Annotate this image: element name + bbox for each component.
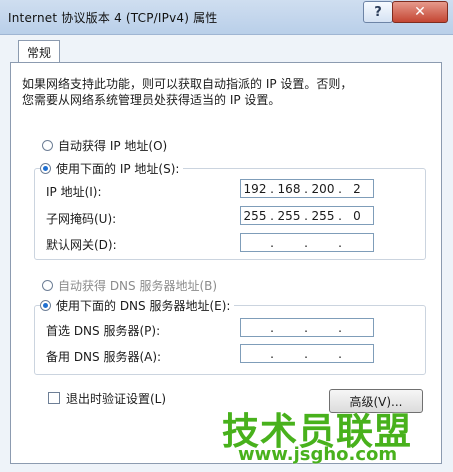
ip-auto-radio[interactable]: 自动获得 IP 地址(O) [42,137,172,153]
octet: 255 [243,208,267,223]
ip-address-input[interactable]: 192. 168. 200. 2 [240,179,374,198]
octet-separator: . [338,320,342,335]
close-icon: ✕ [414,4,426,20]
octet: 2 [353,181,361,196]
dns-manual-label: 使用下面的 DNS 服务器地址(E): [56,298,231,313]
description-line-1: 如果网络支持此功能，则可以获取自动指派的 IP 设置。否则， [22,77,353,91]
octet-separator: . [270,320,274,335]
octet: 255 [277,208,301,223]
dns-auto-label: 自动获得 DNS 服务器地址(B) [58,278,218,293]
dns-manual-radio[interactable]: 使用下面的 DNS 服务器地址(E): [40,297,235,313]
subnet-mask-label: 子网掩码(U): [46,212,117,226]
preferred-dns-label: 首选 DNS 服务器(P): [46,324,161,338]
octet: 192 [243,181,267,196]
help-button[interactable]: ? [363,1,393,23]
octet: 168 [277,181,301,196]
description-line-2: 您需要从网络系统管理员处获得适当的 IP 设置。 [22,93,281,107]
radio-icon [42,139,53,151]
alternate-dns-label: 备用 DNS 服务器(A): [46,350,162,364]
ip-address-label: IP 地址(I): [46,185,102,199]
octet-separator: . [304,320,308,335]
tcpipv4-properties-window: Internet 协议版本 4 (TCP/IPv4) 属性 ? ✕ 常规 如果网… [0,0,453,472]
default-gateway-input[interactable]: . . . [240,233,374,252]
help-icon: ? [374,4,382,20]
octet-separator: . [270,346,274,361]
validate-on-exit-checkbox[interactable] [48,392,60,404]
ip-auto-label: 自动获得 IP 地址(O) [58,138,168,153]
default-gateway-label: 默认网关(D): [46,238,117,252]
octet-separator: . [304,346,308,361]
title-bar: Internet 协议版本 4 (TCP/IPv4) 属性 ? ✕ [0,0,453,35]
ip-manual-radio[interactable]: 使用下面的 IP 地址(S): [40,160,184,176]
tab-general[interactable]: 常规 [18,40,60,63]
radio-selected-icon [40,299,51,311]
octet: 200 [311,181,335,196]
window-title: Internet 协议版本 4 (TCP/IPv4) 属性 [8,11,218,25]
tab-bar: 常规 [10,38,443,63]
ip-manual-label: 使用下面的 IP 地址(S): [56,161,180,176]
preferred-dns-input[interactable]: . . . [240,318,374,337]
description-text: 如果网络支持此功能，则可以获取自动指派的 IP 设置。否则， 您需要从网络系统管… [22,76,402,108]
octet-separator: . [338,235,342,250]
octet-separator: . [338,346,342,361]
octet: 0 [353,208,361,223]
octet: 255 [311,208,335,223]
watermark-url: www.jsgho.com [238,444,398,465]
octet-separator: . [270,235,274,250]
octet-separator: . [304,235,308,250]
radio-icon [42,279,53,291]
subnet-mask-input[interactable]: 255. 255. 255. 0 [240,206,374,225]
dns-auto-radio[interactable]: 自动获得 DNS 服务器地址(B) [42,277,222,293]
close-button[interactable]: ✕ [392,1,448,23]
validate-on-exit-label[interactable]: 退出时验证设置(L) [66,390,166,407]
radio-selected-icon [40,162,51,174]
alternate-dns-input[interactable]: . . . [240,344,374,363]
